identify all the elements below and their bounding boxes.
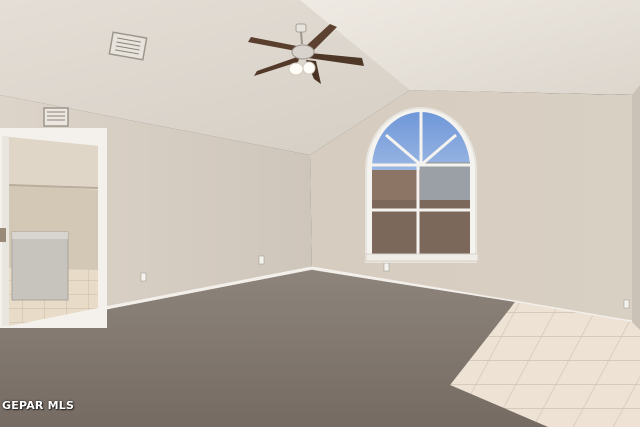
room-scene [0, 0, 640, 427]
right-wall-edge [632, 85, 640, 360]
wall-vent [43, 107, 69, 127]
window-sill [365, 253, 479, 262]
fan-motor [291, 44, 315, 60]
door-handle [0, 228, 6, 242]
fan-light-bulb [302, 61, 316, 75]
fan-light-bulb [288, 62, 304, 76]
wall-outlet [623, 299, 630, 309]
wall-outlet [258, 255, 265, 265]
fan-canopy [295, 23, 307, 33]
room-photo: GEPAR MLS [0, 0, 640, 427]
window-view-wall [372, 200, 470, 256]
wall-outlet [140, 272, 147, 282]
washer-top [12, 232, 68, 239]
mls-watermark: GEPAR MLS [2, 399, 75, 412]
laundry-upper-wall [9, 137, 98, 190]
wall-outlet [383, 262, 390, 272]
fan-downrod [300, 31, 303, 45]
washer-appliance [11, 231, 69, 301]
